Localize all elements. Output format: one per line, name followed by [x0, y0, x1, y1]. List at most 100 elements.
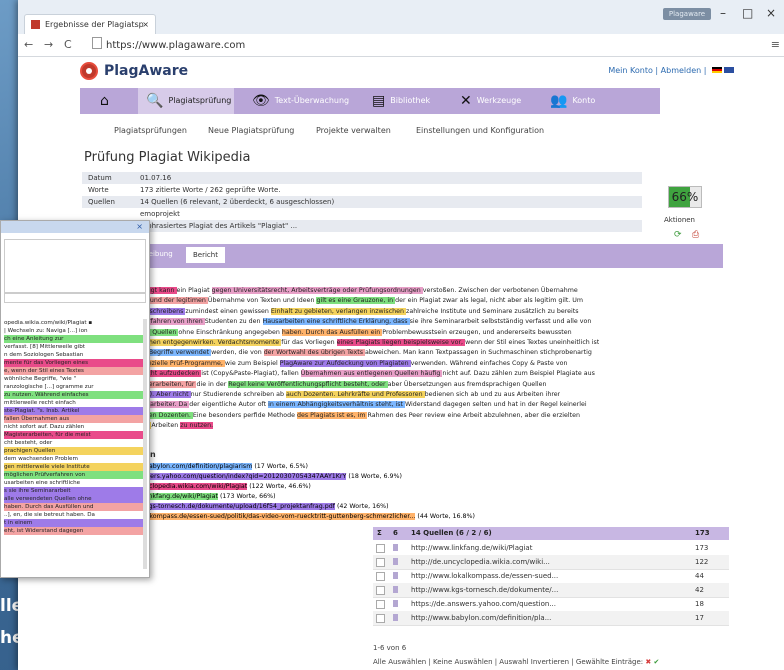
row-checkbox[interactable] [376, 544, 385, 553]
row-checkbox[interactable] [376, 572, 385, 581]
account-link[interactable]: Mein Konto [608, 66, 653, 75]
report-fragment: für das Vorliegen [281, 339, 337, 346]
row-url[interactable]: http://www.linkfang.de/wiki/Plagiat [411, 541, 532, 555]
nav-label: Text-Überwachung [274, 96, 350, 105]
sum-icon[interactable]: Σ [377, 529, 382, 537]
report-fragment: der Wortwahl des übrigen Texts [263, 349, 366, 357]
table-row[interactable]: http://www.babylon.com/definition/pla...… [373, 611, 729, 626]
row-words: 17 [695, 614, 704, 622]
popup-scrollbar[interactable] [143, 319, 147, 569]
english-flag-icon[interactable] [724, 67, 734, 73]
row-url[interactable]: http://de.uncyclopedia.wikia.com/wiki... [411, 555, 550, 569]
delete-icon[interactable]: ✖ [645, 658, 651, 666]
link-separator: | [652, 66, 661, 75]
source-fragment: www.kgs-tornesch.de/dokumente/upload/16f… [128, 503, 335, 510]
table-row[interactable]: http://www.lokalkompass.de/essen-sued...… [373, 569, 729, 584]
row-checkbox[interactable] [376, 600, 385, 609]
report-line: ndeten Quellen ohne Einschränkung angege… [128, 328, 572, 337]
subnav-plagiatspruefungen[interactable]: Plagiatsprüfungen [114, 126, 187, 135]
report-fragment: nicht auf. Dazu zählen zum Beispiel Plag… [442, 370, 595, 378]
german-flag-icon[interactable] [712, 67, 722, 73]
table-row[interactable]: http://www.kgs-tornesch.de/dokumente/...… [373, 583, 729, 598]
report-fragment: versuchen entgegenwirken. Verdachtsmomen… [128, 339, 282, 346]
report-fragment: haben. Durch das Ausfüllen ein [281, 328, 383, 336]
source-popup: × opedia.wikia.com/wiki/Plagiat ▪ | Wechs… [0, 220, 150, 578]
report-fragment: zu nutzen. [180, 422, 214, 430]
header-count: 6 [393, 529, 398, 537]
subnav-neue-pruefung[interactable]: Neue Plagiatsprüfung [208, 126, 294, 135]
tab-bericht[interactable]: Bericht [186, 247, 225, 263]
subnav-einstellungen[interactable]: Einstellungen und Konfiguration [416, 126, 544, 135]
source-line[interactable]: e.uncyclopedia.wikia.com/wiki/Plagiat (1… [128, 482, 311, 491]
popup-close-icon[interactable]: × [136, 222, 143, 231]
nav-bibliothek[interactable]: ▤ Bibliothek [372, 88, 430, 114]
favicon-icon [31, 20, 40, 29]
row-url[interactable]: http://www.kgs-tornesch.de/dokumente/... [411, 583, 558, 597]
nav-werkzeuge[interactable]: ✕ Werkzeuge [460, 88, 521, 114]
menu-icon[interactable]: ≡ [771, 38, 780, 51]
row-checkbox[interactable] [376, 614, 385, 623]
report-fragment: der eigentliche Autor oft [189, 401, 269, 409]
table-row[interactable]: http://de.uncyclopedia.wikia.com/wiki...… [373, 555, 729, 570]
info-value: emoprojekt [140, 210, 180, 218]
refresh-icon[interactable]: ⟳ [674, 230, 682, 240]
report-fragment: Einhalt zu gebieten, verlangen inzwische… [270, 307, 407, 315]
popup-line: e, wenn der Stil eines Textes [4, 367, 144, 375]
popup-line: cht besteht, oder [4, 440, 53, 446]
document-icon [393, 558, 398, 565]
row-url[interactable]: http://www.babylon.com/definition/pla... [411, 611, 551, 625]
header-words: 173 [695, 529, 710, 537]
url-field[interactable]: https://www.plagaware.com [92, 37, 762, 52]
close-window-icon[interactable]: × [766, 6, 776, 20]
popup-line: haben. Durch das Ausfüllen und [4, 503, 144, 511]
info-value: 01.07.16 [140, 174, 172, 182]
report-fragment: Studenten zu den [204, 318, 263, 326]
actions-label: Aktionen [664, 216, 695, 224]
document-icon [393, 544, 398, 551]
popup-line: verfasst. [8] Mittlerweile gibt [4, 344, 85, 350]
selection-links[interactable]: Alle Auswählen | Keine Auswählen | Auswa… [373, 658, 643, 666]
row-checkbox[interactable] [376, 558, 385, 567]
row-url[interactable]: https://de.answers.yahoo.com/question... [411, 597, 556, 611]
account-links: Mein Konto | Abmelden | [608, 66, 734, 75]
nav-konto[interactable]: 👥 Konto [550, 88, 595, 114]
source-fragment: (18 Worte, 6.9%) [346, 473, 402, 480]
row-words: 42 [695, 586, 704, 594]
subnav-projekte[interactable]: Projekte verwalten [316, 126, 391, 135]
maximize-icon[interactable]: □ [742, 6, 753, 20]
header-label: 14 Quellen (6 / 2 / 6) [411, 529, 492, 537]
forward-icon[interactable]: → [44, 38, 53, 51]
source-line[interactable]: www.linkfang.de/wiki/Plagiat (173 Worte,… [128, 492, 276, 501]
nav-home[interactable]: ⌂ [100, 88, 114, 114]
profile-chip[interactable]: Plagaware [663, 8, 711, 20]
minimize-icon[interactable]: – [720, 6, 726, 20]
row-checkbox[interactable] [376, 586, 385, 595]
info-value: raphrasiertes Plagiat des Artikels "Plag… [140, 222, 298, 230]
source-line[interactable]: www.kgs-tornesch.de/dokumente/upload/16f… [128, 502, 389, 511]
tab-close-icon[interactable]: × [142, 15, 149, 35]
report-fragment: in einem Abhängigkeitsverhältnis steht, … [268, 401, 405, 409]
browser-tab[interactable]: Ergebnisse der Plagiatsp × [24, 14, 156, 35]
popup-input[interactable] [4, 293, 146, 303]
popup-line: t in einem [4, 519, 144, 527]
source-line[interactable]: www.babylon.com/definition/plagiarism (1… [128, 462, 308, 471]
source-line[interactable]: e.answers.yahoo.com/question/index?qid=2… [128, 472, 402, 481]
logout-link[interactable]: Abmelden [661, 66, 702, 75]
link-separator-2: | [701, 66, 709, 75]
back-icon[interactable]: ← [24, 38, 33, 51]
confirm-icon[interactable]: ✔ [653, 658, 659, 666]
report-fragment: Eine besonders perfide Methode [192, 411, 297, 419]
nav-text-ueberwachung[interactable]: 👁 Text-Überwachung [252, 88, 349, 114]
row-url[interactable]: http://www.lokalkompass.de/essen-sued... [411, 569, 558, 583]
table-row[interactable]: http://www.linkfang.de/wiki/Plagiat 173 [373, 541, 729, 556]
table-row[interactable]: https://de.answers.yahoo.com/question...… [373, 597, 729, 612]
pdf-icon[interactable]: ⎙ [692, 230, 699, 240]
nav-plagiatspruefung[interactable]: 🔍 Plagiatsprüfung [138, 88, 234, 114]
popup-line: s sie ihre Seminararbeit [4, 487, 144, 495]
popup-line: ranzologische [...] ogramme zur [4, 384, 94, 390]
info-row-beschreibung: raphrasiertes Plagiat des Artikels "Plag… [82, 220, 642, 232]
source-line[interactable]: w.lokalkompass.de/essen-sued/politik/das… [128, 512, 475, 521]
home-icon: ⌂ [100, 93, 109, 109]
reload-icon[interactable]: C [64, 38, 72, 51]
info-row-quellen: Quellen 14 Quellen (6 relevant, 2 überdec… [82, 196, 642, 208]
